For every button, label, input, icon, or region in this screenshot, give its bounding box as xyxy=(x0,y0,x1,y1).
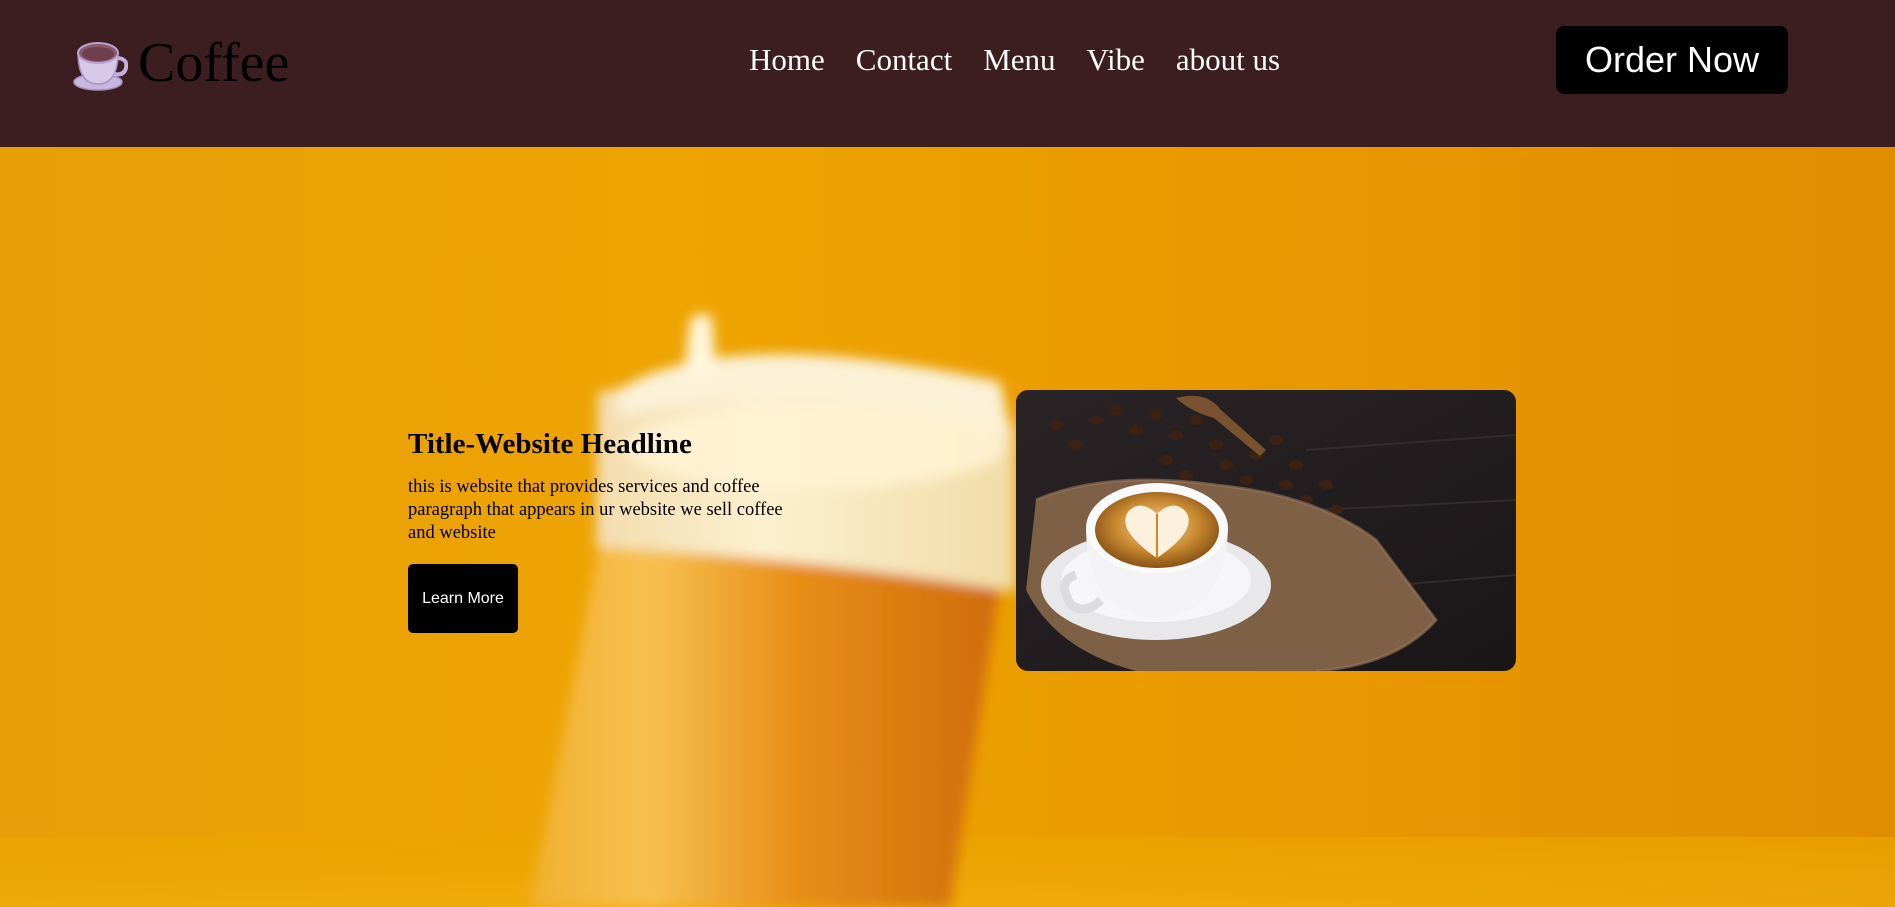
hero-headline: Title-Website Headline xyxy=(408,428,692,460)
site-header: Coffee Home Contact Menu Vibe about us O… xyxy=(0,0,1895,147)
page: Coffee Home Contact Menu Vibe about us O… xyxy=(0,0,1895,907)
hero-text-block: Title-Website Headline this is website t… xyxy=(408,426,828,545)
learn-more-button[interactable]: Learn More xyxy=(408,564,518,633)
nav-contact[interactable]: Contact xyxy=(856,40,952,80)
hero-paragraph: this is website that provides services a… xyxy=(408,477,783,543)
latte-photo-icon xyxy=(1016,390,1516,671)
hero-section: Title-Website Headline this is website t… xyxy=(0,147,1895,907)
takeaway-cup-image xyxy=(0,147,1895,907)
brand-name[interactable]: Coffee xyxy=(138,30,289,96)
coffee-cup-icon[interactable] xyxy=(72,34,129,92)
nav-vibe[interactable]: Vibe xyxy=(1087,40,1145,80)
nav-about-us[interactable]: about us xyxy=(1176,40,1280,80)
main-nav: Home Contact Menu Vibe about us xyxy=(749,40,1280,80)
nav-menu[interactable]: Menu xyxy=(983,40,1055,80)
nav-home[interactable]: Home xyxy=(749,40,825,80)
order-now-button[interactable]: Order Now xyxy=(1556,26,1788,94)
